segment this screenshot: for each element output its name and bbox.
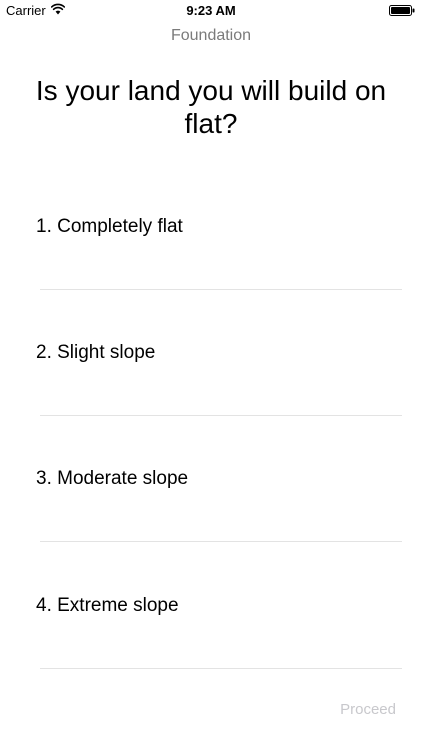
- option-label: 3. Moderate slope: [36, 468, 189, 489]
- option-label: 1. Completely flat: [36, 216, 183, 237]
- option-slight-slope[interactable]: 2. Slight slope: [0, 290, 422, 416]
- nav-title: Foundation: [170, 27, 252, 44]
- question-title: Is your land you will build on flat?: [35, 75, 387, 139]
- option-completely-flat[interactable]: 1. Completely flat: [0, 164, 422, 290]
- status-time: 9:23 AM: [186, 3, 236, 18]
- status-bar: Carrier 9:23 AM: [0, 0, 422, 22]
- option-label: 4. Extreme slope: [36, 595, 179, 616]
- battery-icon: [389, 5, 415, 16]
- proceed-button[interactable]: Proceed: [340, 701, 396, 718]
- option-label: 2. Slight slope: [36, 342, 156, 363]
- divider: [40, 668, 402, 669]
- option-extreme-slope[interactable]: 4. Extreme slope: [0, 543, 422, 669]
- option-moderate-slope[interactable]: 3. Moderate slope: [0, 416, 422, 542]
- divider: [40, 541, 402, 542]
